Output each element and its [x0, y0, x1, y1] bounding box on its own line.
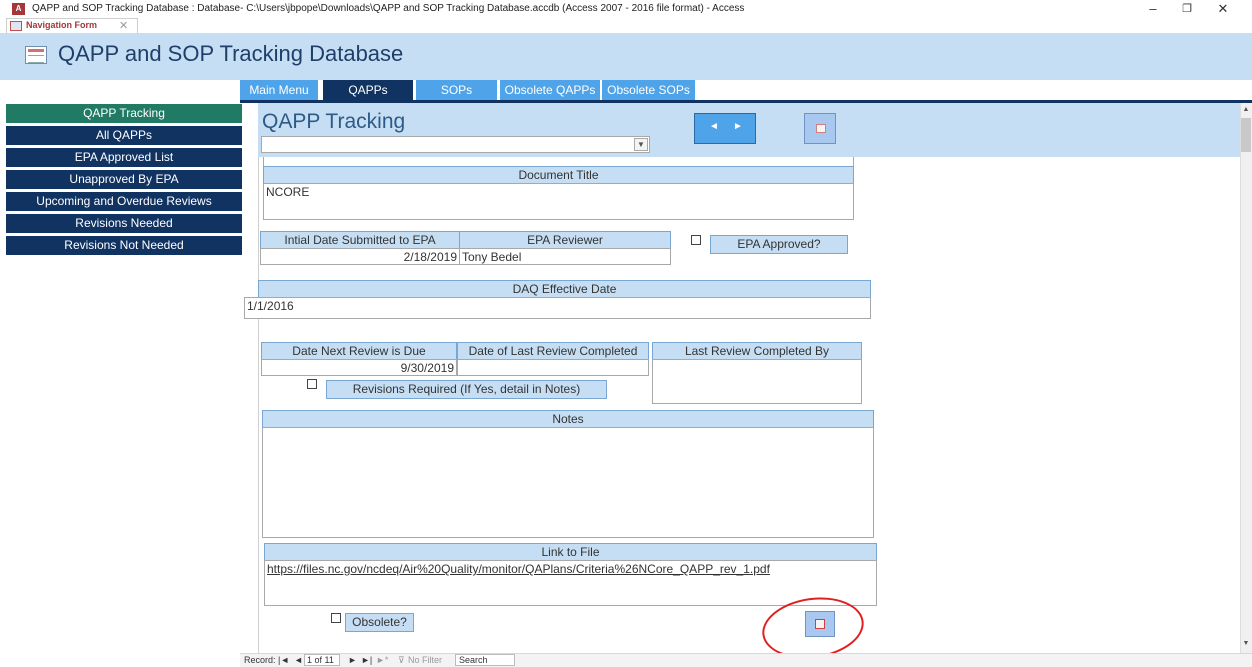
- notes-label: Notes: [262, 410, 874, 428]
- document-tab-navigation-form[interactable]: Navigation Form ✕: [6, 18, 138, 33]
- next-review-due-label: Date Next Review is Due: [261, 342, 457, 360]
- previous-record-button[interactable]: ◄: [709, 121, 719, 132]
- subform-title: QAPP Tracking: [262, 110, 406, 133]
- last-review-by-field[interactable]: [652, 359, 862, 404]
- new-record-status-button[interactable]: ►*: [376, 655, 388, 665]
- tab-obsolete-qapps[interactable]: Obsolete QAPPs: [500, 80, 601, 100]
- link-to-file-label: Link to File: [264, 543, 877, 561]
- next-record-status-button[interactable]: ►: [348, 655, 357, 665]
- daq-effective-date-label: DAQ Effective Date: [258, 280, 871, 298]
- tab-sops[interactable]: SOPs: [416, 80, 498, 100]
- nav-item-unapproved-by-epa[interactable]: Unapproved By EPA: [6, 170, 242, 189]
- tab-obsolete-sops[interactable]: Obsolete SOPs: [602, 80, 696, 100]
- window-title: QAPP and SOP Tracking Database : Databas…: [32, 3, 745, 14]
- document-icon: [816, 124, 826, 133]
- nav-item-epa-approved-list[interactable]: EPA Approved List: [6, 148, 242, 167]
- scroll-down-icon[interactable]: ▼: [1241, 640, 1251, 647]
- file-hyperlink[interactable]: https://files.nc.gov/ncdeq/Air%20Quality…: [267, 562, 770, 576]
- initial-date-field[interactable]: 2/18/2019: [260, 248, 460, 265]
- obsolete-label: Obsolete?: [345, 613, 414, 632]
- link-to-file-field[interactable]: https://files.nc.gov/ncdeq/Air%20Quality…: [264, 560, 877, 606]
- document-title-label: Document Title: [263, 166, 854, 184]
- record-navigation-bar: Record: |◄ ◄ 1 of 11 ► ►| ►* ⊽ No Filter…: [240, 653, 1252, 667]
- scroll-up-icon[interactable]: ▲: [1241, 106, 1251, 113]
- first-record-button[interactable]: |◄: [278, 655, 289, 665]
- prev-record-button[interactable]: ◄: [294, 655, 303, 665]
- access-app-icon: A: [12, 3, 25, 15]
- form-header: QAPP and SOP Tracking Database: [0, 33, 1252, 80]
- tab-main-menu[interactable]: Main Menu: [240, 80, 319, 100]
- revisions-required-label: Revisions Required (If Yes, detail in No…: [326, 380, 607, 399]
- no-filter-button[interactable]: No Filter: [408, 655, 442, 665]
- new-record-button[interactable]: [804, 113, 836, 144]
- chevron-down-icon[interactable]: ▼: [634, 138, 648, 151]
- search-input[interactable]: Search: [455, 654, 515, 666]
- restore-button[interactable]: ❐: [1172, 1, 1202, 17]
- filter-icon[interactable]: ⊽: [398, 655, 405, 666]
- form-header-icon: [25, 46, 47, 64]
- form-icon: [10, 21, 22, 31]
- notes-field[interactable]: [262, 427, 874, 538]
- record-position-field[interactable]: 1 of 11: [304, 654, 340, 666]
- record-label: Record:: [244, 655, 276, 665]
- scrollbar-thumb[interactable]: [1241, 118, 1251, 152]
- document-title-field[interactable]: NCORE: [263, 183, 854, 220]
- next-record-button[interactable]: ►: [733, 121, 743, 132]
- daq-effective-date-field[interactable]: 1/1/2016: [244, 297, 871, 319]
- nav-item-qapp-tracking[interactable]: QAPP Tracking: [6, 104, 242, 123]
- epa-approved-label: EPA Approved?: [710, 235, 848, 254]
- nav-item-all-qapps[interactable]: All QAPPs: [6, 126, 242, 145]
- document-tab-label: Navigation Form: [26, 20, 98, 30]
- nav-item-revisions-needed[interactable]: Revisions Needed: [6, 214, 242, 233]
- epa-reviewer-label: EPA Reviewer: [459, 231, 671, 249]
- next-review-due-field[interactable]: 9/30/2019: [261, 359, 457, 376]
- epa-approved-checkbox[interactable]: [691, 235, 701, 245]
- nav-item-revisions-not-needed[interactable]: Revisions Not Needed: [6, 236, 242, 255]
- revisions-required-checkbox[interactable]: [307, 379, 317, 389]
- initial-date-label: Intial Date Submitted to EPA: [260, 231, 460, 249]
- epa-reviewer-field[interactable]: Tony Bedel: [459, 248, 671, 265]
- tab-qapps[interactable]: QAPPs: [323, 80, 414, 100]
- vertical-scrollbar[interactable]: [1240, 103, 1252, 653]
- document-tab-close-icon[interactable]: ✕: [119, 19, 128, 32]
- obsolete-checkbox[interactable]: [331, 613, 341, 623]
- last-review-completed-label: Date of Last Review Completed: [457, 342, 649, 360]
- last-record-button[interactable]: ►|: [361, 655, 372, 665]
- record-nav-button-group: ◄ ►: [694, 113, 756, 144]
- close-window-button[interactable]: ✕: [1208, 1, 1238, 17]
- last-review-by-label: Last Review Completed By: [652, 342, 862, 360]
- record-select-combobox[interactable]: [261, 136, 650, 153]
- nav-item-upcoming-overdue-reviews[interactable]: Upcoming and Overdue Reviews: [6, 192, 242, 211]
- page-title: QAPP and SOP Tracking Database: [58, 41, 404, 66]
- minimize-button[interactable]: –: [1138, 1, 1168, 17]
- last-review-completed-field[interactable]: [457, 359, 649, 376]
